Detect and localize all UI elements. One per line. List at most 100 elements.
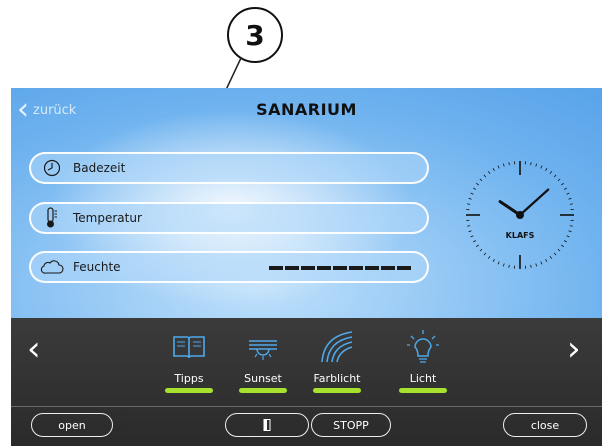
thermometer-icon [39,205,65,231]
next-page-button[interactable]: › [567,332,581,366]
close-button[interactable]: close [503,413,587,437]
tipps-underline [165,388,213,393]
minute-hand [518,188,550,217]
feuchte-control[interactable]: Feuchte [29,251,429,283]
clock-minute-tick [502,163,505,167]
chevron-right-icon: › [567,329,581,369]
humidity-segment [381,266,395,270]
clock-minute-tick [545,258,548,262]
humidity-segment [333,266,347,270]
clock-minute-tick [540,261,543,265]
humidity-segment [285,266,299,270]
sunset-underline [239,388,287,393]
clock-minute-tick [483,252,487,256]
clock-minute-tick [473,187,477,190]
clock-minute-tick [476,244,479,248]
toolbar-item-licht[interactable]: Licht [393,326,453,393]
clock-minute-tick [497,165,500,169]
farblicht-underline [313,388,361,393]
open-button[interactable]: open [31,413,113,437]
humidity-segment [301,266,315,270]
clock-minute-tick [467,225,471,227]
clock-minute-tick [566,192,570,195]
humidity-segment [397,266,411,270]
clock-minute-tick [487,171,491,174]
clock-minute-tick [502,263,505,267]
humidity-segment [269,266,283,270]
clock-minute-tick [561,244,564,248]
clock-minute-tick [549,171,553,174]
analog-clock: KLAFS [466,161,574,269]
clock-minute-tick [553,174,557,178]
clock-minute-tick [467,203,471,205]
badezeit-label: Badezeit [73,161,126,175]
clock-minute-tick [569,203,573,205]
clock-minute-tick [470,192,474,195]
clock-minute-tick [476,182,479,186]
toolbar-item-sunset[interactable]: Sunset [233,326,293,393]
clock-minute-tick [540,165,543,169]
toolbar-item-tipps[interactable]: Tipps [159,326,219,393]
lightbulb-icon [393,326,453,368]
bottom-toolbar: ‹ › Tipps Sunset Farblicht Licht open ST… [11,318,602,446]
page-title: SANARIUM [256,100,357,119]
sunset-label: Sunset [244,372,282,385]
clock-minute-tick [479,178,483,182]
licht-label: Licht [409,372,437,385]
temperatur-label: Temperatur [73,211,142,225]
cloud-icon [39,254,65,280]
clock-minute-tick [487,256,491,259]
clock-minute-tick [508,264,510,268]
clock-minute-tick [561,182,564,186]
feuchte-label: Feuchte [73,260,121,274]
clock-minute-tick [492,258,495,262]
clock-minute-tick [549,256,553,259]
sauna-control-screen: ‹ zurück SANARIUM Badezeit Temperatur Fe… [11,88,602,446]
clock-minute-tick [557,178,561,182]
humidity-segment [349,266,363,270]
clock-minute-tick [568,230,572,233]
clock-minute-tick [492,168,495,172]
clock-minute-tick [535,163,538,167]
temperatur-control[interactable]: Temperatur [29,202,429,234]
clock-minute-tick [563,240,567,243]
clock-icon [39,155,65,181]
clock-minute-tick [468,230,472,233]
clock-minute-tick [470,235,474,238]
clock-minute-tick [566,235,570,238]
chevron-left-icon: ‹ [27,329,41,369]
clock-minute-tick [569,225,573,227]
clock-minute-tick [535,263,538,267]
rainbow-icon [307,326,367,368]
tipps-label: Tipps [174,372,204,385]
door-button[interactable] [225,413,309,437]
clock-minute-tick [568,197,572,200]
previous-page-button[interactable]: ‹ [27,332,41,366]
toolbar-item-farblicht[interactable]: Farblicht [307,326,367,393]
clock-minute-tick [530,264,532,268]
clock-minute-tick [473,240,477,243]
licht-underline [399,388,447,393]
door-icon [263,419,271,431]
clock-minute-tick [479,248,483,252]
clock-minute-tick [530,162,532,166]
humidity-level-indicator [269,266,411,270]
clock-minute-tick [553,252,557,256]
clock-minute-tick [468,197,472,200]
callout-number-3: 3 [227,7,283,63]
badezeit-control[interactable]: Badezeit [29,152,429,184]
clock-minute-tick [508,162,510,166]
clock-minute-tick [557,248,561,252]
clock-minute-tick [497,261,500,265]
book-icon [159,326,219,368]
farblicht-label: Farblicht [313,372,361,385]
stop-button[interactable]: STOPP [311,413,391,437]
clock-brand-logo: KLAFS [506,231,535,240]
clock-minute-tick [483,174,487,178]
toolbar-divider [11,406,602,407]
sunset-icon [233,326,293,368]
humidity-segment [317,266,331,270]
clock-minute-tick [563,187,567,190]
clock-minute-tick [545,168,548,172]
humidity-segment [365,266,379,270]
